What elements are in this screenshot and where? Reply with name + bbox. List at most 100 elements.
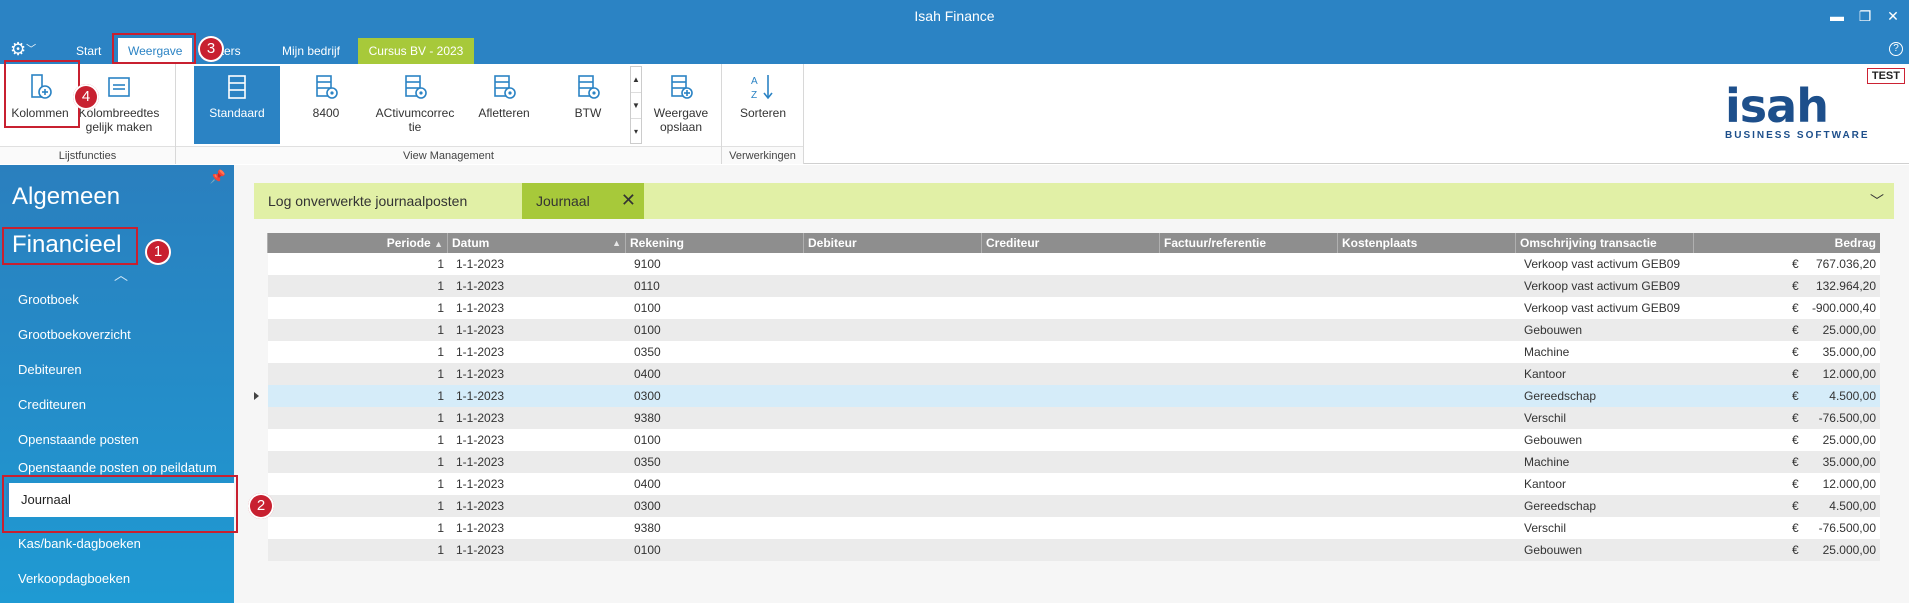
marker-2: 2 bbox=[248, 493, 274, 519]
gallery-up-icon[interactable]: ▲ bbox=[631, 67, 641, 93]
table-row[interactable]: 1 1-1-2023 9380 Verschil € -76.500,00 bbox=[268, 407, 1880, 429]
minimize-button[interactable]: ▬ bbox=[1827, 6, 1847, 26]
cell-periode: 1 bbox=[437, 345, 444, 359]
column-header-omschrijving[interactable]: Omschrijving transactie bbox=[1516, 233, 1694, 253]
table-row[interactable]: 1 1-1-2023 0110 Verkoop vast activum GEB09 €… bbox=[268, 275, 1880, 297]
view-btw-label: BTW bbox=[574, 106, 602, 120]
table-row[interactable]: 1 1-1-2023 0100 Gebouwen €25.000,00 bbox=[268, 319, 1880, 341]
cell-periode: 1 bbox=[437, 301, 444, 315]
column-header-bedrag[interactable]: Bedrag bbox=[1694, 233, 1880, 253]
cell-omschrijving: Verkoop vast activum GEB09 bbox=[1524, 279, 1681, 293]
cell-periode: 1 bbox=[437, 389, 444, 403]
table-row[interactable]: 1 1-1-2023 0400 Kantoor €12.000,00 bbox=[268, 363, 1880, 385]
amount-value: -900.000,40 bbox=[1811, 301, 1876, 315]
view-settings-icon bbox=[578, 75, 600, 99]
column-header-debiteur[interactable]: Debiteur bbox=[804, 233, 982, 253]
group-label-view-management: View Management bbox=[176, 146, 721, 164]
chevron-down-icon: ﹀ bbox=[26, 44, 37, 56]
cell-rekening: 0100 bbox=[634, 433, 661, 447]
table-row[interactable]: 1 1-1-2023 0300 Gereedschap €4.500,00 bbox=[254, 385, 1880, 407]
column-header-rekening[interactable]: Rekening bbox=[626, 233, 804, 253]
view-activumcorrectie-button[interactable]: ACtivumcorrec tie bbox=[370, 66, 460, 144]
gallery-down-icon[interactable]: ▼ bbox=[631, 93, 641, 119]
sidebar-item-openstaande-posten[interactable]: Openstaande posten bbox=[6, 423, 234, 457]
doc-tab-label: Journaal bbox=[536, 193, 590, 209]
log-journaalposten-link[interactable]: Log onverwerkte journaalposten bbox=[268, 193, 467, 209]
amount-value: 4.500,00 bbox=[1829, 499, 1876, 513]
pin-icon[interactable]: 📌 bbox=[210, 169, 226, 185]
sidebar-heading[interactable]: Algemeen bbox=[12, 183, 120, 211]
expand-chevron-icon[interactable]: ﹀ bbox=[1870, 191, 1884, 211]
cell-datum: 1-1-2023 bbox=[456, 433, 505, 447]
cell-rekening: 0400 bbox=[634, 367, 661, 381]
cell-datum: 1-1-2023 bbox=[456, 477, 505, 491]
tab-company[interactable]: Cursus BV - 2023 bbox=[358, 38, 474, 64]
restore-button[interactable]: ❐ bbox=[1855, 6, 1875, 26]
table-row[interactable]: 1 1-1-2023 0350 Machine €35.000,00 bbox=[268, 451, 1880, 473]
cell-omschrijving: Gebouwen bbox=[1524, 543, 1583, 557]
marker-1: 1 bbox=[145, 239, 171, 265]
table-row[interactable]: 1 1-1-2023 9380 Verschil € -76.500,00 bbox=[268, 517, 1880, 539]
sidebar-item-debiteuren[interactable]: Debiteuren bbox=[6, 353, 234, 387]
table-row[interactable]: 1 1-1-2023 0100 Gebouwen €25.000,00 bbox=[268, 429, 1880, 451]
cell-omschrijving: Gereedschap bbox=[1524, 499, 1597, 513]
tab-mijn-bedrijf[interactable]: Mijn bedrijf bbox=[272, 38, 350, 64]
cell-rekening: 0100 bbox=[634, 323, 661, 337]
view-activum-label-1: ACtivumcorrec bbox=[375, 106, 455, 120]
journaal-doc-tab[interactable]: Journaal ✕ bbox=[522, 183, 644, 219]
table-row[interactable]: 1 1-1-2023 0100 Gebouwen €25.000,00 bbox=[268, 539, 1880, 561]
sidebar-item-crediteuren[interactable]: Crediteuren bbox=[6, 388, 234, 422]
weergave-opslaan-button[interactable]: Weergave opslaan bbox=[646, 66, 716, 144]
help-icon[interactable]: ? bbox=[1889, 42, 1903, 56]
ribbon-group-view-management: Standaard 8400 ACtivumcorrec tie Aflette… bbox=[176, 64, 722, 164]
sort-up-icon: ▲ bbox=[612, 238, 621, 248]
weergave-label-2: opslaan bbox=[659, 120, 703, 134]
amount-value: 12.000,00 bbox=[1822, 367, 1876, 381]
cell-rekening: 0300 bbox=[634, 389, 661, 403]
cell-periode: 1 bbox=[437, 279, 444, 293]
table-row[interactable]: 1 1-1-2023 0400 Kantoor €12.000,00 bbox=[268, 473, 1880, 495]
settings-menu-button[interactable]: ⚙﹀ bbox=[10, 39, 44, 61]
table-row[interactable]: 1 1-1-2023 0350 Machine €35.000,00 bbox=[268, 341, 1880, 363]
cell-rekening: 0300 bbox=[634, 499, 661, 513]
close-tab-icon[interactable]: ✕ bbox=[621, 190, 636, 211]
cell-datum: 1-1-2023 bbox=[456, 499, 505, 513]
cell-rekening: 0350 bbox=[634, 455, 661, 469]
svg-text:A: A bbox=[751, 76, 758, 87]
view-8400-button[interactable]: 8400 bbox=[286, 66, 366, 144]
table-row[interactable]: 1 1-1-2023 9100 Verkoop vast activum GEB09 €… bbox=[268, 253, 1880, 275]
kolombreedtes-label-2: gelijk maken bbox=[85, 120, 153, 134]
column-header-crediteur[interactable]: Crediteur bbox=[982, 233, 1160, 253]
cell-rekening: 9380 bbox=[634, 411, 661, 425]
collapse-caret-icon[interactable]: ︿ bbox=[114, 265, 128, 285]
cell-bedrag: € -900.000,40 bbox=[1694, 297, 1880, 319]
currency-symbol: € bbox=[1792, 499, 1799, 513]
view-standaard-button[interactable]: Standaard bbox=[194, 66, 280, 144]
gear-icon: ⚙ bbox=[10, 39, 27, 59]
cell-bedrag: €25.000,00 bbox=[1694, 319, 1880, 341]
cell-datum: 1-1-2023 bbox=[456, 521, 505, 535]
sidebar-item-grootboek[interactable]: Grootboek bbox=[6, 283, 234, 317]
view-afletteren-button[interactable]: Afletteren bbox=[464, 66, 544, 144]
table-row[interactable]: 1 1-1-2023 0100 Verkoop vast activum GEB09 €… bbox=[268, 297, 1880, 319]
ribbon-group-verwerkingen: A Z Sorteren Verwerkingen bbox=[722, 64, 804, 164]
sorteren-label: Sorteren bbox=[739, 106, 787, 120]
column-header-datum[interactable]: Datum ▲ bbox=[448, 233, 626, 253]
gallery-scroll[interactable]: ▲ ▼ ▾ bbox=[630, 66, 642, 144]
cell-bedrag: €12.000,00 bbox=[1694, 473, 1880, 495]
view-btw-button[interactable]: BTW bbox=[548, 66, 628, 144]
sidebar-item-verkoopdagboeken[interactable]: Verkoopdagboeken bbox=[6, 562, 234, 596]
cell-omschrijving: Verkoop vast activum GEB09 bbox=[1524, 257, 1681, 271]
sorteren-button[interactable]: A Z Sorteren bbox=[728, 66, 798, 144]
gallery-more-icon[interactable]: ▾ bbox=[631, 119, 641, 145]
cell-bedrag: € -76.500,00 bbox=[1694, 517, 1880, 539]
column-header-factuur[interactable]: Factuur/referentie bbox=[1160, 233, 1338, 253]
sidebar-item-grootboekoverzicht[interactable]: Grootboekoverzicht bbox=[6, 318, 234, 352]
marker-3: 3 bbox=[198, 36, 224, 62]
close-window-button[interactable]: ✕ bbox=[1883, 6, 1903, 26]
column-header-kostenplaats[interactable]: Kostenplaats bbox=[1338, 233, 1516, 253]
current-row-indicator-icon bbox=[254, 392, 259, 400]
cell-rekening: 0400 bbox=[634, 477, 661, 491]
column-header-periode[interactable]: Periode ▲ bbox=[268, 233, 448, 253]
table-row[interactable]: 1 1-1-2023 0300 Gereedschap €4.500,00 bbox=[268, 495, 1880, 517]
